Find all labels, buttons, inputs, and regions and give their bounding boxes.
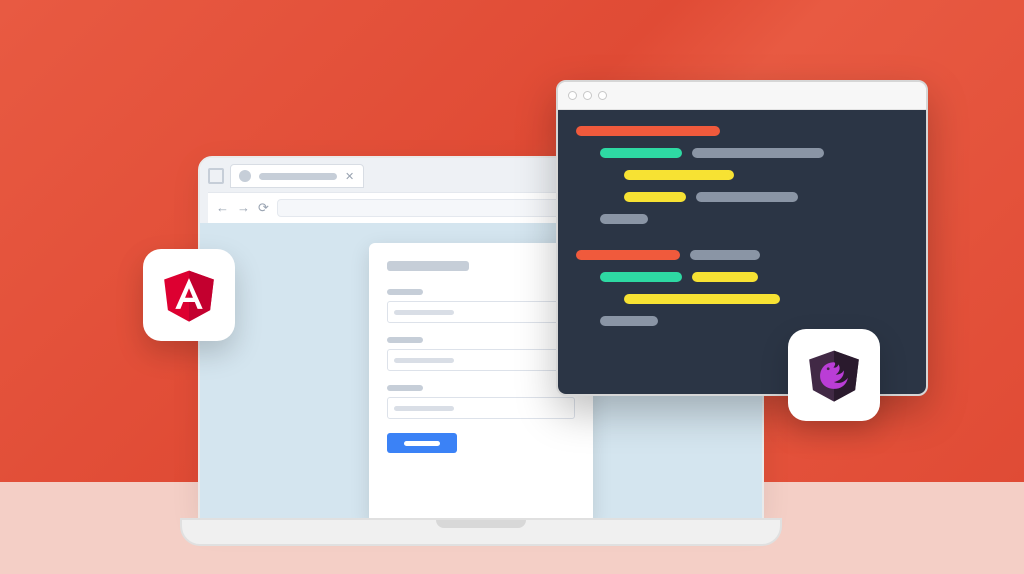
tab-favicon-icon: [239, 170, 251, 182]
back-icon: ←: [216, 200, 229, 216]
form-text-input: [387, 349, 575, 371]
ngrx-logo-card: [788, 329, 880, 421]
tab-title-placeholder: [259, 173, 337, 180]
ngrx-icon: [805, 344, 863, 406]
code-row: [576, 148, 908, 158]
reload-icon: ⟳: [258, 201, 269, 216]
code-line: [624, 170, 734, 180]
code-line: [624, 294, 780, 304]
angular-icon: [160, 264, 218, 326]
code-line: [600, 214, 648, 224]
forward-icon: →: [237, 200, 250, 216]
code-line: [600, 316, 658, 326]
code-row: [576, 192, 908, 202]
laptop-notch: [436, 520, 526, 528]
submit-button: [387, 433, 457, 453]
form-title-placeholder: [387, 261, 469, 271]
window-control-icon: [208, 168, 224, 184]
traffic-light-close-icon: [568, 91, 577, 100]
code-row: [576, 250, 908, 260]
code-row: [576, 272, 908, 282]
form-text-input: [387, 301, 575, 323]
laptop-base: [180, 518, 782, 546]
editor-title-bar: [558, 82, 926, 110]
form-field-label: [387, 385, 423, 391]
form-field-label: [387, 289, 423, 295]
browser-tab: ✕: [230, 164, 364, 188]
traffic-light-zoom-icon: [598, 91, 607, 100]
form-text-input: [387, 397, 575, 419]
close-tab-icon: ✕: [345, 171, 355, 181]
angular-logo-card: [143, 249, 235, 341]
traffic-light-minimize-icon: [583, 91, 592, 100]
form-field-label: [387, 337, 423, 343]
code-line: [576, 126, 720, 136]
